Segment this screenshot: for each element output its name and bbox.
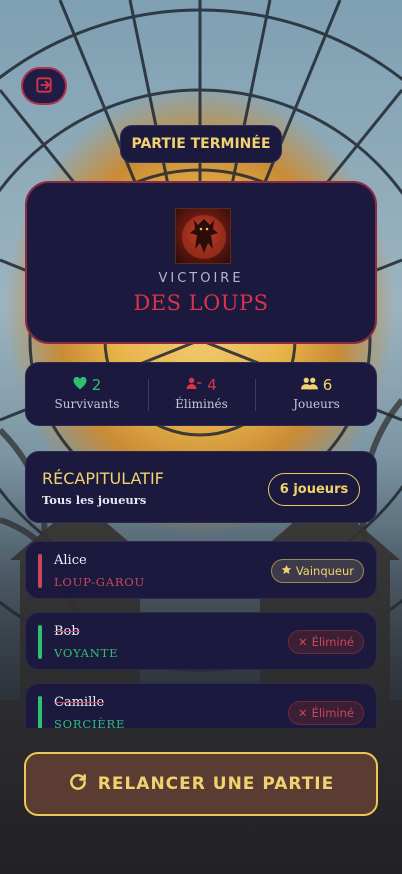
player-name: Alice	[54, 553, 87, 568]
stat-label: Joueurs	[293, 397, 340, 411]
user-minus-icon	[186, 376, 202, 394]
close-icon: ✕	[297, 706, 308, 720]
stat-label: Survivants	[54, 397, 120, 411]
stat-survivors: 2 Survivants	[26, 363, 148, 427]
game-status-title: PARTIE TERMINÉE	[120, 125, 282, 163]
eliminated-badge: ✕ Éliminé	[287, 630, 364, 654]
stat-label: Éliminés	[175, 397, 228, 411]
badge-label: Vainqueur	[295, 564, 354, 578]
victory-team: DES LOUPS	[133, 291, 269, 315]
player-count-badge: 6 joueurs	[268, 473, 360, 506]
close-icon: ✕	[297, 635, 308, 649]
badge-label: Éliminé	[311, 635, 354, 649]
heart-icon	[73, 376, 87, 394]
player-role: SORCIÈRE	[54, 717, 126, 728]
logout-icon	[34, 75, 54, 98]
eliminated-badge: ✕ Éliminé	[287, 701, 364, 725]
recap-header: RÉCAPITULATIF Tous les joueurs 6 joueurs	[25, 451, 377, 523]
recap-title: RÉCAPITULATIF	[42, 469, 164, 488]
player-name: Bob	[54, 624, 80, 639]
relaunch-game-button[interactable]: RELANCER UNE PARTIE	[24, 752, 378, 816]
player-list[interactable]: Alice LOUP-GAROU Vainqueur Bob VOYANTE ✕…	[0, 530, 402, 728]
users-icon	[300, 376, 318, 394]
stat-value: 2	[91, 376, 102, 394]
stat-value: 4	[207, 376, 217, 394]
werewolf-portrait-icon	[175, 208, 231, 264]
player-name: Camille	[54, 695, 105, 710]
winner-badge: Vainqueur	[270, 559, 364, 583]
list-item[interactable]: Camille SORCIÈRE ✕ Éliminé	[25, 683, 377, 728]
exit-button[interactable]	[21, 67, 67, 105]
victory-card: VICTOIRE DES LOUPS	[25, 181, 377, 344]
recap-subtitle: Tous les joueurs	[42, 493, 147, 507]
relaunch-label: RELANCER UNE PARTIE	[97, 774, 335, 794]
victory-label: VICTOIRE	[158, 271, 244, 286]
stats-card: 2 Survivants 4 Éliminés 6 Joueurs	[25, 362, 377, 426]
star-icon	[281, 564, 292, 578]
badge-label: Éliminé	[311, 706, 354, 720]
stat-value: 6	[322, 376, 333, 394]
player-role: LOUP-GAROU	[54, 575, 146, 589]
stat-players: 6 Joueurs	[255, 363, 378, 427]
player-role: VOYANTE	[54, 646, 119, 660]
list-item[interactable]: Bob VOYANTE ✕ Éliminé	[25, 612, 377, 670]
stat-eliminated: 4 Éliminés	[148, 363, 255, 427]
list-item[interactable]: Alice LOUP-GAROU Vainqueur	[25, 541, 377, 599]
refresh-icon	[68, 772, 88, 797]
